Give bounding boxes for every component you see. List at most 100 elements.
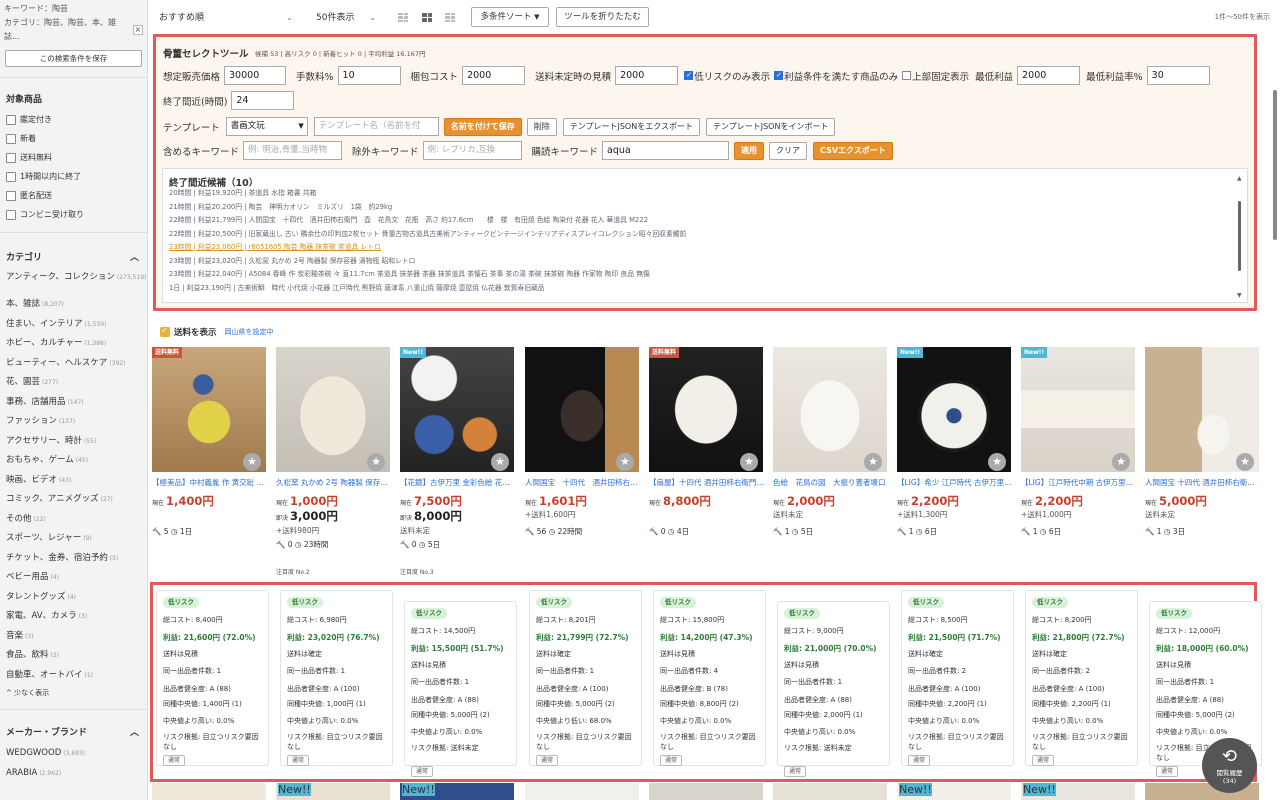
include-keyword-input[interactable]: 例: 明治,骨董,当時物 xyxy=(243,141,343,160)
next-product-image[interactable]: New!! xyxy=(1021,783,1135,800)
target-checkbox[interactable]: 送料無料 xyxy=(0,148,147,167)
category-item[interactable]: 家電、AV、カメラ (3) xyxy=(0,607,147,627)
category-item[interactable]: ホビー、カルチャー (1,386) xyxy=(0,334,147,354)
category-item[interactable]: 本、雑誌 (8,207) xyxy=(0,295,147,315)
price-input[interactable]: 30000 xyxy=(224,66,287,85)
fee-input[interactable]: 10 xyxy=(337,66,401,85)
profit-ok-only-checkbox[interactable]: 利益条件を満たす商品のみ xyxy=(774,69,898,83)
category-item[interactable]: ビューティー、ヘルスケア (392) xyxy=(0,354,147,374)
category-item[interactable]: その他 (22) xyxy=(0,510,147,530)
scrollbar-thumb[interactable] xyxy=(1238,201,1241,271)
export-json-button[interactable]: テンプレートJSONをエクスポート xyxy=(562,117,700,136)
favorite-star-icon[interactable]: ★ xyxy=(1112,453,1130,471)
product-card[interactable]: ★ 色絵 花鳥の図 大振り蓋者壊口 現在 2,000円 送料未定 🔨 1 ◷ 5日 xyxy=(773,347,887,562)
category-item[interactable]: タレントグッズ (4) xyxy=(0,588,147,608)
product-card[interactable]: New!! ★ 【LIG】江戸時代中期 古伊万里… 現在 2,200円 +送料1,000円… xyxy=(1021,347,1135,562)
near-end-item[interactable]: 23時間 | 利益22,040円 | A5084 春峰 作 炭彩釉茶碗 々 直1… xyxy=(163,268,1247,282)
near-end-item[interactable]: 23時間 | 利益23,060円 | r8051605 陶芸 陶器 抹茶碗 茶道… xyxy=(163,241,1247,255)
product-title[interactable]: 久松窯 丸かめ 2号 陶器製 保存… xyxy=(276,477,390,488)
product-title[interactable]: 人間国宝 十四代 酒井田柿右… xyxy=(525,477,639,488)
near-end-item[interactable]: 22時間 | 利益21,799円 | 人間国宝 十四代 酒井田柿右衛門 壺 花鳥… xyxy=(163,214,1247,228)
category-item[interactable]: ファッション (137) xyxy=(0,412,147,432)
page-scrollbar[interactable] xyxy=(1272,40,1278,790)
favorite-star-icon[interactable]: ★ xyxy=(988,453,1006,471)
scroll-up-icon[interactable]: ▲ xyxy=(1237,175,1242,182)
product-image[interactable]: ★ xyxy=(773,347,887,472)
category-item[interactable]: スポーツ、レジャー (9) xyxy=(0,529,147,549)
risk-card[interactable]: 低リスク 総コスト: 15,800円 利益: 14,200円 (47.3%) 送料は見… xyxy=(653,590,766,766)
scrollbar-thumb[interactable] xyxy=(1273,90,1277,240)
product-card[interactable]: ★ 久松窯 丸かめ 2号 陶器製 保存… 現在 1,000円 即決 3,000円 +送料98… xyxy=(276,347,390,576)
favorite-star-icon[interactable]: ★ xyxy=(864,453,882,471)
list-view-icon[interactable] xyxy=(398,13,408,22)
multi-sort-button[interactable]: 多条件ソート ▼ xyxy=(471,7,549,27)
product-image[interactable]: ★ xyxy=(1145,347,1259,472)
product-image[interactable]: ★ xyxy=(525,347,639,472)
near-end-item[interactable]: 23時間 | 利益23,020円 | 久松窯 丸かめ 2号 陶器製 保存容器 漬… xyxy=(163,255,1247,269)
product-title[interactable]: 色絵 花鳥の図 大振り蓋者壊口 xyxy=(773,477,887,488)
product-title[interactable]: 【LIG】江戸時代中期 古伊万里… xyxy=(1021,477,1135,488)
category-item[interactable]: 映画、ビデオ (43) xyxy=(0,471,147,491)
next-product-image[interactable] xyxy=(773,783,887,800)
csv-export-button[interactable]: CSVエクスポート xyxy=(813,141,893,160)
sort-select[interactable]: おすすめ順 ⌄ xyxy=(155,9,295,27)
shipping-region-note[interactable]: 岡山県を設定中 xyxy=(225,327,274,337)
min-profit-input[interactable]: 2000 xyxy=(1017,66,1081,85)
category-item[interactable]: ベビー用品 (4) xyxy=(0,568,147,588)
risk-card[interactable]: 低リスク 総コスト: 8,201円 利益: 21,799円 (72.7%) 送料は確定… xyxy=(529,590,642,766)
category-item[interactable]: 自動車、オートバイ (1) xyxy=(0,666,147,686)
risk-card[interactable]: 低リスク 総コスト: 8,200円 利益: 21,800円 (72.7%) 送料は確定… xyxy=(1025,590,1138,766)
clear-condition-icon[interactable]: × xyxy=(133,25,143,35)
risk-card[interactable]: 低リスク 総コスト: 6,980円 利益: 23,020円 (76.7%) 送料は確定… xyxy=(280,590,393,766)
clear-button[interactable]: クリア xyxy=(769,141,808,160)
next-product-image[interactable]: New!! xyxy=(897,783,1011,800)
import-json-button[interactable]: テンプレートJSONをインポート xyxy=(705,117,836,136)
per-page-select[interactable]: 50件表示 ⌄ xyxy=(312,9,378,27)
maker-section-header[interactable]: メーカー・ブランド ︿ xyxy=(0,724,147,738)
near-end-item[interactable]: 22時間 | 利益20,500円 | 旧家蔵出し 古い 隣余仕の印判皿2枚セット… xyxy=(163,228,1247,242)
category-item[interactable]: 住まい、インテリア (1,539) xyxy=(0,315,147,335)
favorite-star-icon[interactable]: ★ xyxy=(367,453,385,471)
near-end-item[interactable]: 1日 | 利益23,190円 | 古美術鰤 時代 小代焼 小花器 江戸時代 熊野… xyxy=(163,282,1247,296)
subscribe-keyword-input[interactable]: aqua xyxy=(602,141,730,160)
product-card[interactable]: ★ 人間国宝 十四代 酒井田柿右衛… 現在 5,000円 送料未定 🔨 1 ◷ 3日 xyxy=(1145,347,1259,562)
category-item[interactable]: 花、園芸 (277) xyxy=(0,373,147,393)
apply-button[interactable]: 適用 xyxy=(734,141,765,160)
history-button[interactable]: ⟲ 閲覧履歴 (34) xyxy=(1202,738,1257,793)
ship-estimate-input[interactable]: 2000 xyxy=(615,66,679,85)
grid-view-icon[interactable] xyxy=(422,13,432,22)
category-item[interactable]: コミック、アニメグッズ (27) xyxy=(0,490,147,510)
product-card[interactable]: 送料無料 ★ 【扇屋】十四代 酒井田柿右衛門… 現在 8,800円 🔨 0 ◷ 4日 xyxy=(649,347,763,562)
risk-card[interactable]: 低リスク 総コスト: 8,500円 利益: 21,500円 (71.7%) 送料は確定… xyxy=(901,590,1014,766)
product-image[interactable]: New!! ★ xyxy=(1021,347,1135,472)
show-shipping-toggle[interactable]: 送料を表示 岡山県を設定中 xyxy=(160,326,274,338)
target-checkbox[interactable]: 鑑定付き xyxy=(0,110,147,129)
product-title[interactable]: 【花鏡】古伊万里 金彩色絵 花… xyxy=(400,477,514,488)
category-item[interactable]: アンティーク、コレクション (273,519) xyxy=(0,269,147,285)
product-title[interactable]: 【LIG】希少 江戸時代 古伊万里… xyxy=(897,477,1011,488)
product-card[interactable]: 送料無料 ★ 【極美品】中村義胤 作 黄交趾 … 現在 1,400円 🔨 5 ◷ 1日 xyxy=(152,347,266,562)
risk-card[interactable]: 低リスク 総コスト: 8,400円 利益: 21,600円 (72.0%) 送料は見積… xyxy=(156,590,269,766)
target-checkbox[interactable]: 新着 xyxy=(0,129,147,148)
product-image[interactable]: New!! ★ xyxy=(897,347,1011,472)
category-section-header[interactable]: カテゴリ ︿ xyxy=(0,249,147,263)
scroll-down-icon[interactable]: ▼ xyxy=(1237,292,1242,299)
product-title[interactable]: 【扇屋】十四代 酒井田柿右衛門… xyxy=(649,477,763,488)
scrollbar[interactable]: ▲ ▼ xyxy=(1237,175,1243,299)
risk-card[interactable]: 低リスク 総コスト: 14,500円 利益: 15,500円 (51.7%) 送料は見… xyxy=(404,601,517,777)
compact-view-icon[interactable] xyxy=(445,13,455,22)
pack-cost-input[interactable]: 2000 xyxy=(462,66,526,85)
near-end-item[interactable]: 20時間 | 利益19,920円 | 茶道具 水指 箱書 共箱 xyxy=(163,187,1247,201)
near-end-item[interactable]: 21時間 | 利益20,200円 | 陶芸 神明カオリン ミルズリ 1袋 約29… xyxy=(163,201,1247,215)
target-checkbox[interactable]: 1時間以内に終了 xyxy=(0,167,147,186)
min-margin-input[interactable]: 30 xyxy=(1146,66,1210,85)
low-risk-only-checkbox[interactable]: 低リスクのみ表示 xyxy=(684,69,770,83)
next-product-image[interactable]: New!! xyxy=(276,783,390,800)
exclude-keyword-input[interactable]: 例: レプリカ,互換 xyxy=(422,141,522,160)
fold-tools-button[interactable]: ツールを折りたたむ xyxy=(556,7,649,27)
next-product-image[interactable]: New!! xyxy=(400,783,514,800)
maker-item[interactable]: WEDGWOOD (3,693) xyxy=(0,744,147,764)
favorite-star-icon[interactable]: ★ xyxy=(491,453,509,471)
risk-card[interactable]: 低リスク 総コスト: 12,000円 利益: 18,000円 (60.0%) 送料は見… xyxy=(1149,601,1262,777)
product-image[interactable]: 送料無料 ★ xyxy=(649,347,763,472)
